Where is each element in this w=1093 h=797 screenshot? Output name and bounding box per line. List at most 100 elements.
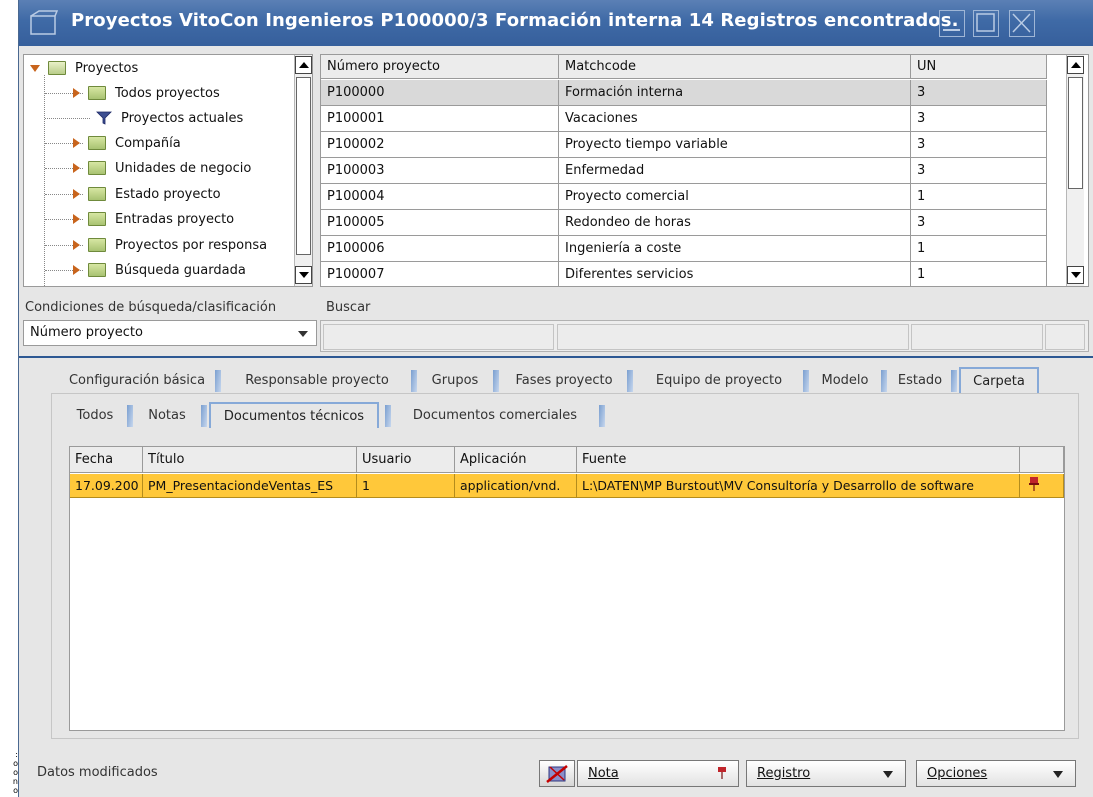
- project-grid-scrollbar[interactable]: [1066, 55, 1084, 286]
- cell-matchcode: Ingeniería a coste: [559, 236, 911, 262]
- scrollbar-thumb[interactable]: [1068, 77, 1083, 189]
- registro-dropdown-button[interactable]: Registro: [746, 760, 906, 787]
- collapse-arrow-icon[interactable]: [73, 163, 80, 173]
- tree-item-label: Estado proyecto: [115, 186, 221, 202]
- tree-item-unidades-de-negocio[interactable]: Unidades de negocio: [73, 155, 251, 181]
- project-tree: Proyectos Todos proyectos Proyectos actu…: [23, 54, 313, 287]
- expand-arrow-icon[interactable]: [30, 64, 40, 72]
- table-row[interactable]: P100001 Vacaciones 3: [321, 106, 1047, 132]
- minimize-button[interactable]: [939, 10, 965, 37]
- chevron-down-icon: [298, 331, 308, 337]
- search-input-numero-proyecto[interactable]: [323, 324, 554, 350]
- column-header-un[interactable]: UN: [911, 55, 1047, 79]
- column-header-numero-proyecto[interactable]: Número proyecto: [321, 55, 559, 79]
- collapse-arrow-icon[interactable]: [73, 240, 80, 250]
- tab-responsable-proyecto[interactable]: Responsable proyecto: [223, 367, 411, 393]
- sort-field-select[interactable]: Número proyecto: [23, 320, 317, 346]
- close-button[interactable]: [1009, 10, 1035, 37]
- maximize-button[interactable]: [973, 10, 999, 37]
- column-header-attachment[interactable]: [1020, 447, 1064, 473]
- cell-matchcode: Diferentes servicios: [559, 262, 911, 286]
- table-row[interactable]: P100000 Formación interna 3: [321, 80, 1047, 106]
- tab-estado[interactable]: Estado: [889, 367, 951, 393]
- scroll-down-button[interactable]: [1067, 266, 1084, 284]
- edge-clipped-text: :oono: [12, 750, 18, 795]
- column-header-titulo[interactable]: Título: [143, 447, 357, 473]
- folder-icon: [88, 238, 106, 252]
- search-fields-row: [320, 320, 1089, 352]
- scroll-down-button[interactable]: [295, 266, 312, 284]
- main-window: Proyectos VitoCon Ingenieros P100000/3 F…: [18, 0, 1093, 797]
- tab-configuracion-basica[interactable]: Configuración básica: [59, 367, 215, 393]
- cell-matchcode: Proyecto comercial: [559, 184, 911, 210]
- scroll-up-button[interactable]: [1067, 56, 1084, 74]
- search-input-matchcode[interactable]: [557, 324, 909, 350]
- collapse-arrow-icon[interactable]: [73, 265, 80, 275]
- tree-item-compania[interactable]: Compañía: [73, 130, 181, 156]
- tree-item-todos-proyectos[interactable]: Todos proyectos: [73, 80, 220, 106]
- folder-icon: [88, 187, 106, 201]
- scrollbar-thumb[interactable]: [296, 77, 311, 255]
- close-icon: [1012, 13, 1031, 33]
- folder-icon: [88, 136, 106, 150]
- collapse-arrow-icon[interactable]: [73, 214, 80, 224]
- tab-separator: [951, 370, 957, 392]
- table-row[interactable]: P100007 Diferentes servicios 1: [321, 262, 1047, 286]
- search-input-un[interactable]: [911, 324, 1043, 350]
- cell-fecha: 17.09.200: [70, 474, 143, 498]
- tab-documentos-tecnicos[interactable]: Documentos técnicos: [209, 402, 379, 428]
- tab-carpeta[interactable]: Carpeta: [959, 367, 1039, 393]
- tree-item-proyectos-por-responsable[interactable]: Proyectos por responsa: [73, 232, 267, 258]
- column-header-fecha[interactable]: Fecha: [70, 447, 143, 473]
- table-row[interactable]: P100003 Enfermedad 3: [321, 158, 1047, 184]
- tab-equipo-de-proyecto[interactable]: Equipo de proyecto: [635, 367, 803, 393]
- column-header-matchcode[interactable]: Matchcode: [559, 55, 911, 79]
- column-header-usuario[interactable]: Usuario: [357, 447, 455, 473]
- tab-fases-proyecto[interactable]: Fases proyecto: [501, 367, 627, 393]
- cell-aplicacion: application/vnd.: [455, 474, 577, 498]
- column-header-fuente[interactable]: Fuente: [577, 447, 1020, 473]
- table-row[interactable]: P100002 Proyecto tiempo variable 3: [321, 132, 1047, 158]
- cell-attachment[interactable]: [1020, 474, 1064, 498]
- tree-item-estado-proyecto[interactable]: Estado proyecto: [73, 181, 221, 207]
- tab-notas[interactable]: Notas: [133, 402, 201, 428]
- registro-label: Registro: [757, 766, 811, 781]
- opciones-dropdown-button[interactable]: Opciones: [916, 760, 1076, 787]
- search-conditions-label: Condiciones de búsqueda/clasificación: [25, 300, 277, 315]
- clear-filter-button[interactable]: [539, 760, 575, 787]
- tab-grupos[interactable]: Grupos: [419, 367, 491, 393]
- tree-item-entradas-proyecto[interactable]: Entradas proyecto: [73, 206, 234, 232]
- cell-matchcode: Vacaciones: [559, 106, 911, 132]
- table-row[interactable]: P100005 Redondeo de horas 3: [321, 210, 1047, 236]
- tab-documentos-comerciales[interactable]: Documentos comerciales: [393, 402, 597, 428]
- filter-icon: [96, 111, 112, 125]
- tree-item-label: Todos proyectos: [115, 85, 220, 101]
- tab-separator: [411, 370, 417, 392]
- search-input-extra[interactable]: [1045, 324, 1085, 350]
- nota-button[interactable]: Nota: [577, 760, 739, 787]
- cell-numero-proyecto: P100004: [321, 184, 559, 210]
- folder-icon: [88, 161, 106, 175]
- table-row[interactable]: P100006 Ingeniería a coste 1: [321, 236, 1047, 262]
- opciones-label: Opciones: [927, 766, 988, 781]
- minimize-icon: [943, 29, 960, 31]
- tree-item-proyectos-actuales[interactable]: Proyectos actuales: [96, 105, 243, 131]
- collapse-arrow-icon[interactable]: [73, 189, 80, 199]
- scroll-up-button[interactable]: [295, 56, 312, 74]
- tree-item-busqueda-guardada[interactable]: Búsqueda guardada: [73, 257, 246, 283]
- folder-open-icon: [48, 61, 66, 75]
- collapse-arrow-icon[interactable]: [73, 88, 80, 98]
- table-row[interactable]: P100004 Proyecto comercial 1: [321, 184, 1047, 210]
- tab-todos[interactable]: Todos: [65, 402, 125, 428]
- tree-item-proyectos[interactable]: Proyectos: [30, 55, 138, 81]
- collapse-arrow-icon[interactable]: [73, 138, 80, 148]
- column-header-aplicacion[interactable]: Aplicación: [455, 447, 577, 473]
- tab-separator: [803, 370, 809, 392]
- tree-scrollbar[interactable]: [294, 55, 312, 286]
- cell-numero-proyecto: P100000: [321, 80, 559, 106]
- pushpin-icon: [718, 767, 726, 779]
- cell-un: 1: [911, 184, 1047, 210]
- buscar-label: Buscar: [326, 300, 371, 315]
- tab-modelo[interactable]: Modelo: [811, 367, 879, 393]
- delete-note-icon: [546, 764, 568, 783]
